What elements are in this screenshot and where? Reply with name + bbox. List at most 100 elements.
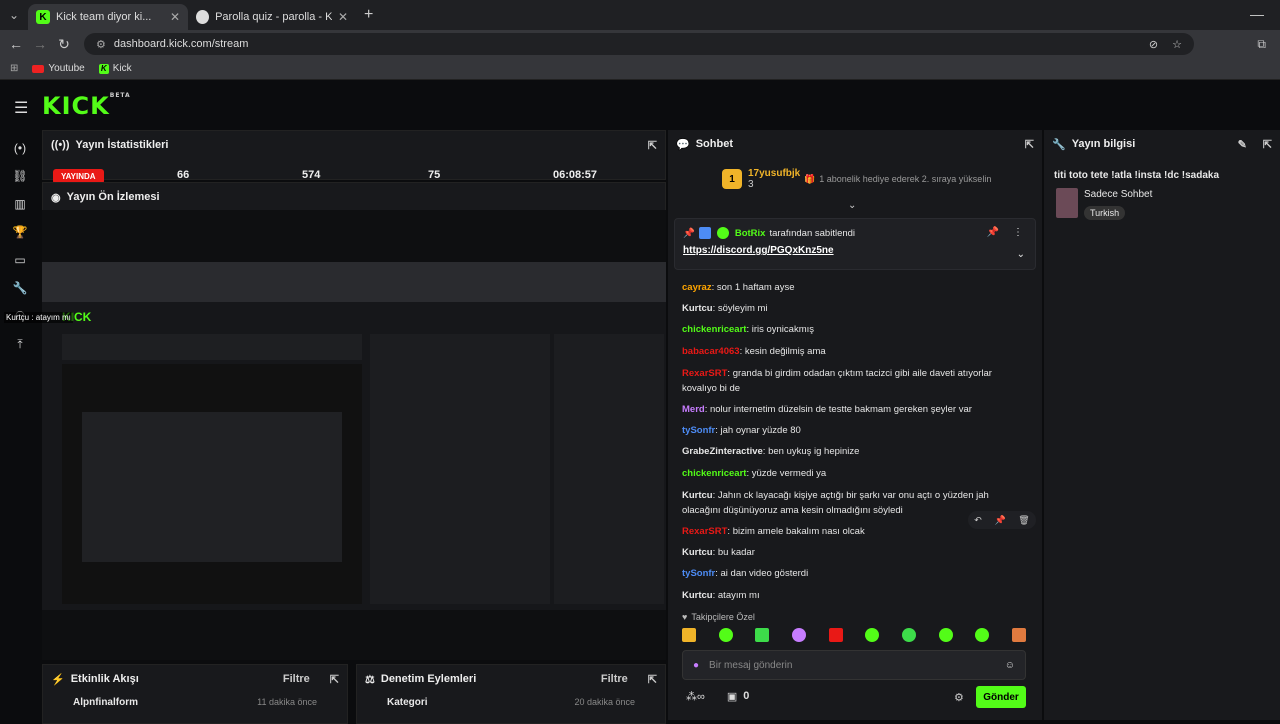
emote-icon[interactable] (865, 628, 880, 642)
bookmark-kick[interactable]: K Kick (98, 63, 132, 74)
chat-username[interactable]: RexarSRT (682, 368, 727, 379)
chat-input-placeholder: Bir mesaj gönderin (709, 659, 793, 671)
chat-message[interactable]: Kurtcu: bu kadar (682, 545, 1012, 560)
chat-message[interactable]: Kurtcu: Jahın ck layacağı kişiye açtığı … (682, 488, 1012, 518)
chat-username[interactable]: Merd (682, 404, 705, 415)
edit-icon[interactable]: ✎ (1238, 138, 1247, 151)
emote-icon[interactable] (938, 628, 953, 642)
chat-message[interactable]: RexarSRT: granda bi girdim odadan çıktım… (682, 366, 1012, 396)
chat-message[interactable]: tySonfr: ai dan video gösterdi (682, 566, 1012, 581)
chat-username[interactable]: Kurtcu (682, 590, 713, 601)
chat-username[interactable]: GrabeZinteractive (682, 446, 763, 457)
emote-icon[interactable] (975, 628, 990, 642)
chat-username[interactable]: tySonfr (682, 425, 715, 436)
chat-username[interactable]: Kurtcu (682, 490, 713, 501)
site-info-icon[interactable]: ⚙ (96, 38, 106, 51)
url-field[interactable]: ⚙ dashboard.kick.com/stream ⊘ ☆ (84, 33, 1194, 55)
link-icon[interactable]: ⛓ (0, 162, 40, 190)
mic-icon[interactable]: ● (693, 660, 699, 671)
chat-message[interactable]: Merd: nolur internetim düzelsin de testt… (682, 402, 1012, 417)
new-tab-icon[interactable]: + (364, 6, 373, 24)
pin-icon[interactable]: 📌 (994, 515, 1005, 526)
star-icon[interactable]: ☆ (1172, 38, 1182, 51)
chat-message[interactable]: GrabeZinteractive: ben uykuş ig hepinize (682, 444, 1012, 459)
chat-message[interactable]: Kurtcu: atayım mı (682, 588, 1012, 603)
chat-username[interactable]: Kurtcu (682, 303, 713, 314)
expand-icon[interactable]: ⇱ (330, 673, 339, 686)
close-icon[interactable]: ✕ (170, 10, 180, 24)
browser-tab-kick[interactable]: K Kick team diyor ki... ✕ (28, 4, 188, 30)
expand-icon[interactable]: ⇱ (1263, 138, 1272, 151)
preview-video[interactable]: KICK (42, 210, 666, 660)
chat-text: : ben uykuş ig hepinize (762, 446, 860, 457)
pinned-link[interactable]: https://discord.gg/PGQxKnz5ne (683, 245, 834, 256)
pin-icon: 📌 (683, 227, 695, 239)
top-gifter[interactable]: 1 17yusufbjk 3 (722, 168, 800, 190)
chat-username[interactable]: chickenriceart (682, 324, 746, 335)
chevron-down-icon[interactable]: ⌄ (1017, 249, 1025, 260)
kick-logo[interactable]: KICKBETA (42, 92, 131, 120)
emote-icon[interactable] (828, 628, 843, 642)
extensions-icon[interactable]: ⧉ (1257, 37, 1266, 52)
unpin-icon[interactable]: 📌 (987, 227, 999, 238)
emote-icon[interactable] (682, 628, 696, 642)
emote-icon[interactable] (901, 628, 916, 642)
chat-message[interactable]: chickenriceart: yüzde vermedi ya (682, 466, 1012, 481)
chat-username[interactable]: cayraz (682, 282, 712, 293)
menu-icon[interactable]: ☰ (14, 98, 28, 118)
chat-username[interactable]: chickenriceart (682, 468, 746, 479)
chat-settings-icon[interactable]: ⚙ (954, 691, 964, 704)
close-icon[interactable]: ✕ (338, 10, 348, 24)
bookmark-youtube[interactable]: Youtube (32, 63, 85, 74)
reload-icon[interactable]: ↻ (52, 36, 76, 53)
forward-icon[interactable]: → (28, 36, 52, 52)
activity-feed-panel: ⚡ Etkinlik Akışı Filtre ⇱ Alpnfinalform 11 … (42, 664, 348, 724)
emoji-icon[interactable]: ☺ (1005, 660, 1015, 671)
emote-icon[interactable] (791, 628, 806, 642)
chart-icon[interactable]: ▥ (0, 190, 40, 218)
filter-button[interactable]: Filtre (283, 673, 310, 685)
emote-icon[interactable] (718, 628, 733, 642)
emote-icon[interactable] (1011, 628, 1026, 642)
layout-icon[interactable]: ▭ (0, 246, 40, 274)
chat-message[interactable]: cayraz: son 1 haftam ayse (682, 280, 1012, 295)
stream-icon[interactable]: (•) (0, 134, 40, 162)
chat-username[interactable]: babacar4063 (682, 346, 740, 357)
chat-message[interactable]: RexarSRT: bizim amele bakalım nası olcak (682, 524, 1012, 539)
eye-off-icon[interactable]: ⊘ (1149, 38, 1158, 51)
upload-icon[interactable]: ⤒ (0, 330, 40, 358)
reply-icon[interactable]: ↶ (974, 515, 982, 526)
apps-icon[interactable]: ⊞ (10, 63, 18, 74)
chat-message[interactable]: Kurtcu: söyleyim mi (682, 301, 1012, 316)
minimize-icon[interactable]: — (1250, 6, 1264, 22)
chat-username[interactable]: tySonfr (682, 568, 715, 579)
trophy-icon[interactable]: 🏆 (0, 218, 40, 246)
send-button[interactable]: Gönder (976, 686, 1026, 708)
expand-icon[interactable]: ⇱ (648, 139, 657, 152)
panel-title: Yayın Ön İzlemesi (66, 191, 160, 203)
tab-search-icon[interactable]: ⌄ (0, 0, 28, 30)
chat-username[interactable]: RexarSRT (682, 526, 727, 537)
wrench-icon[interactable]: 🔧 (0, 274, 40, 302)
parolla-favicon-icon (196, 10, 210, 24)
chat-message[interactable]: babacar4063: kesin değilmiş ama (682, 344, 1012, 359)
tab-title: Kick team diyor ki... (56, 11, 152, 23)
preview-icon: ◉ (51, 191, 61, 204)
chevron-down-icon[interactable]: ⌄ (848, 200, 856, 211)
expand-icon[interactable]: ⇱ (648, 673, 657, 686)
more-icon[interactable]: ⋮ (1013, 227, 1023, 238)
expand-icon[interactable]: ⇱ (1025, 138, 1034, 151)
points-icon[interactable]: ⁂∞ (686, 690, 705, 703)
trash-icon[interactable]: 🗑 (1018, 515, 1029, 526)
chat-username[interactable]: Kurtcu (682, 547, 713, 558)
filter-button[interactable]: Filtre (601, 673, 628, 685)
chat-input[interactable]: ● Bir mesaj gönderin ☺ (682, 650, 1026, 680)
back-icon[interactable]: ← (4, 36, 28, 52)
chat-message[interactable]: chickenriceart: iris oynicakmış (682, 322, 1012, 337)
preview-frame: KICK (42, 262, 666, 610)
chat-text: : bizim amele bakalım nası olcak (727, 526, 865, 537)
chat-message[interactable]: tySonfr: jah oynar yüzde 80 (682, 423, 1012, 438)
emote-icon[interactable] (755, 628, 770, 642)
browser-tab-parolla[interactable]: Parolla quiz - parolla - Kelime o ✕ (188, 4, 356, 30)
points-count[interactable]: ▣ 0 (727, 690, 750, 703)
